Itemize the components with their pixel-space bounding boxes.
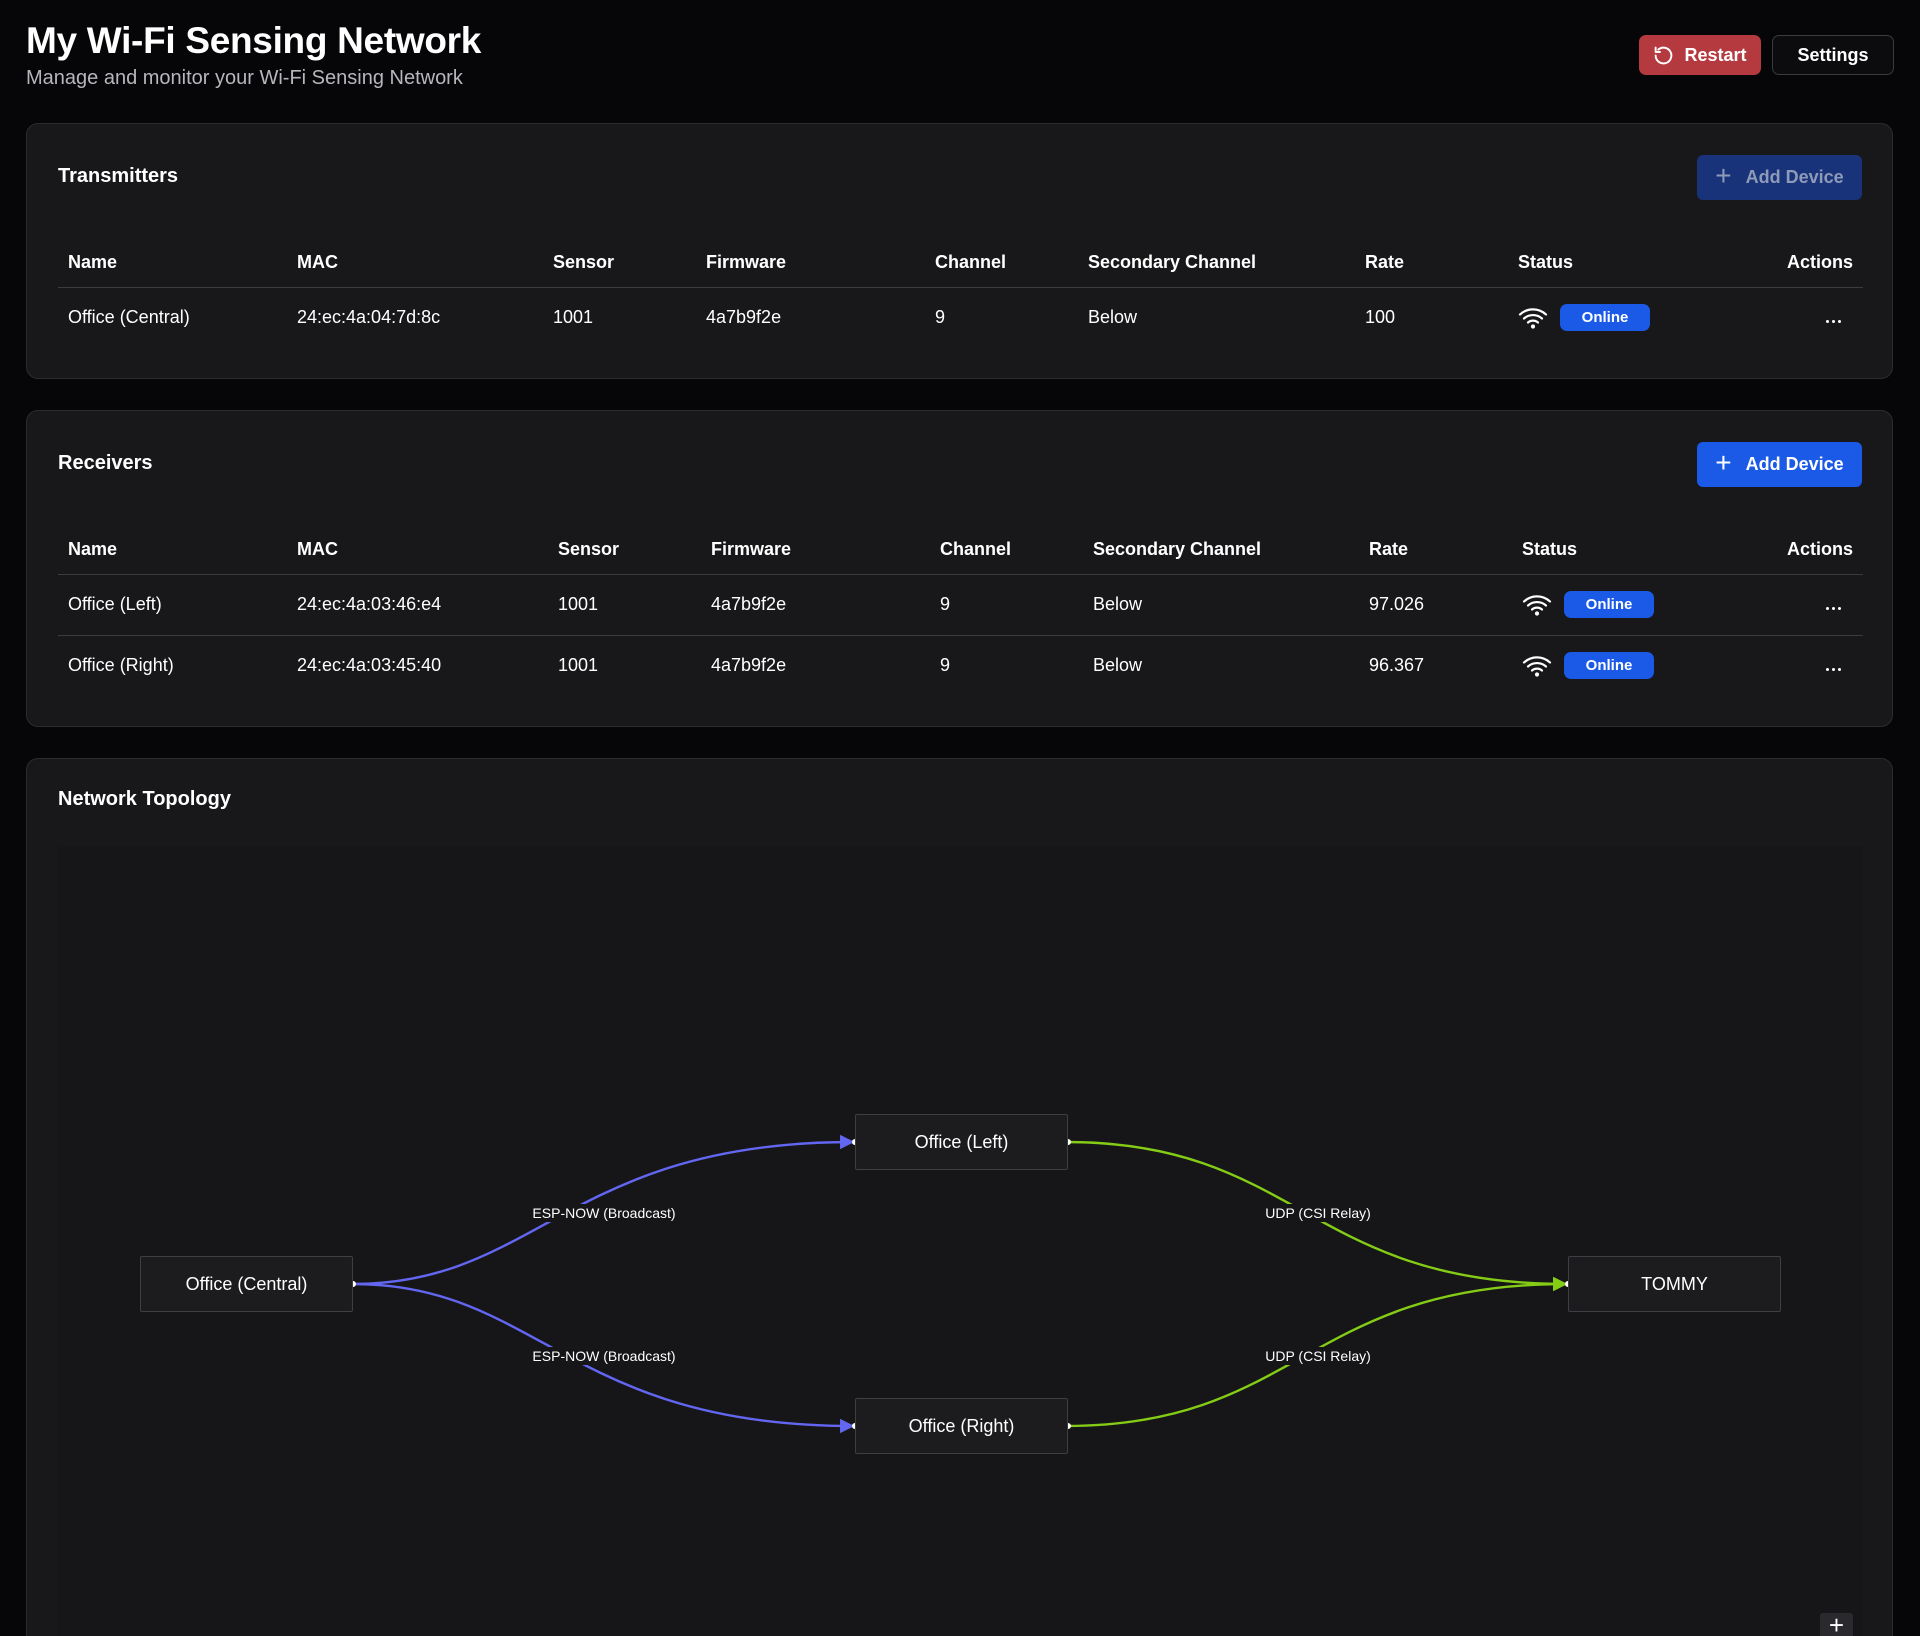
edge-label: UDP (CSI Relay) bbox=[1262, 1347, 1374, 1365]
edge-label: ESP-NOW (Broadcast) bbox=[529, 1347, 679, 1365]
device-firmware: 4a7b9f2e bbox=[706, 307, 782, 328]
node-tommy[interactable]: TOMMY bbox=[1568, 1256, 1781, 1312]
edge-label: ESP-NOW (Broadcast) bbox=[529, 1204, 679, 1222]
device-sensor: 1001 bbox=[558, 594, 599, 614]
receivers-card: Receivers + Add Device Name MAC Sensor F… bbox=[26, 410, 1893, 727]
column-header[interactable]: Rate bbox=[1355, 239, 1508, 288]
device-channel: 9 bbox=[930, 634, 1083, 696]
device-name: Office (Right) bbox=[58, 634, 287, 696]
table-row[interactable]: Office (Right) 24:ec:4a:03:45:40 1001 4a… bbox=[58, 634, 1863, 696]
restart-label: Restart bbox=[1684, 44, 1747, 65]
topology-title: Network Topology bbox=[58, 788, 231, 810]
table-header-row: Name MAC Sensor Firmware Channel Seconda… bbox=[58, 526, 1863, 575]
plus-icon: + bbox=[1715, 160, 1732, 191]
device-name: Office (Left) bbox=[68, 594, 162, 614]
column-header[interactable]: Name bbox=[58, 239, 287, 288]
device-firmware: 4a7b9f2e bbox=[711, 594, 787, 614]
column-header[interactable]: Rate bbox=[1359, 526, 1512, 575]
column-header[interactable]: Name bbox=[58, 526, 287, 575]
restart-icon bbox=[1655, 46, 1673, 64]
device-channel: 9 bbox=[935, 307, 946, 328]
page-subtitle: Manage and monitor your Wi-Fi Sensing Ne… bbox=[26, 67, 463, 89]
device-firmware: 4a7b9f2e bbox=[701, 634, 930, 696]
edge-label: UDP (CSI Relay) bbox=[1262, 1204, 1374, 1222]
add-transmitter-button[interactable]: + Add Device bbox=[1697, 155, 1862, 200]
node-office-central[interactable]: Office (Central) bbox=[140, 1256, 353, 1312]
device-mac: 24:ec:4a:03:45:40 bbox=[287, 634, 548, 696]
plus-icon: + bbox=[1715, 447, 1732, 478]
table-header-row: Name MAC Sensor Firmware Channel Seconda… bbox=[58, 239, 1863, 288]
device-rate: 97.026 bbox=[1369, 594, 1425, 614]
column-header[interactable]: Firmware bbox=[701, 526, 930, 575]
add-receiver-label: Add Device bbox=[1745, 454, 1844, 474]
column-header[interactable]: MAC bbox=[287, 239, 543, 288]
device-status: Online bbox=[1512, 574, 1712, 635]
wifi-icon bbox=[1522, 594, 1552, 616]
column-header[interactable]: Secondary Channel bbox=[1083, 526, 1359, 575]
status-badge: Online bbox=[1564, 591, 1654, 618]
wifi-icon bbox=[1518, 308, 1548, 329]
page-header: My Wi-Fi Sensing Network Manage and moni… bbox=[26, 18, 1894, 98]
column-header: Actions bbox=[1712, 526, 1863, 575]
status-badge: Online bbox=[1564, 652, 1654, 680]
device-name: Office (Central) bbox=[68, 307, 190, 328]
more-icon[interactable] bbox=[1826, 607, 1841, 610]
row-actions[interactable] bbox=[1708, 287, 1863, 348]
row-actions[interactable] bbox=[1712, 574, 1863, 635]
device-rate: 100 bbox=[1365, 307, 1396, 328]
device-rate: 96.367 bbox=[1359, 634, 1512, 696]
topology-edges bbox=[350, 1134, 1571, 1434]
restart-button[interactable]: Restart bbox=[1639, 35, 1761, 75]
device-status: Online bbox=[1512, 634, 1712, 696]
column-header: Actions bbox=[1708, 239, 1863, 288]
device-mac: 24:ec:4a:04:7d:8c bbox=[297, 307, 441, 328]
wifi-icon bbox=[1522, 656, 1552, 677]
node-office-right[interactable]: Office (Right) bbox=[855, 1398, 1068, 1454]
page-title: My Wi-Fi Sensing Network bbox=[26, 20, 482, 61]
device-mac: 24:ec:4a:03:46:e4 bbox=[297, 594, 442, 614]
node-office-left[interactable]: Office (Left) bbox=[855, 1114, 1068, 1170]
device-sensor: 1001 bbox=[553, 307, 594, 328]
device-sensor: 1001 bbox=[548, 634, 701, 696]
more-icon[interactable] bbox=[1826, 668, 1841, 672]
add-transmitter-label: Add Device bbox=[1745, 167, 1844, 187]
device-status: Online bbox=[1508, 287, 1708, 348]
topology-card: Network Topology Office (Central) Office… bbox=[26, 758, 1893, 1636]
receivers-title: Receivers bbox=[58, 452, 153, 474]
column-header[interactable]: Status bbox=[1512, 526, 1712, 575]
transmitters-table: Name MAC Sensor Firmware Channel Seconda… bbox=[58, 239, 1863, 348]
device-secondary-channel: Below bbox=[1083, 634, 1359, 696]
transmitters-title: Transmitters bbox=[58, 165, 179, 187]
column-header[interactable]: Secondary Channel bbox=[1078, 239, 1355, 288]
table-row[interactable]: Office (Central) 24:ec:4a:04:7d:8c 1001 … bbox=[58, 287, 1863, 348]
status-badge: Online bbox=[1560, 304, 1650, 332]
more-icon[interactable] bbox=[1826, 320, 1841, 324]
receivers-table: Name MAC Sensor Firmware Channel Seconda… bbox=[58, 526, 1863, 696]
header-actions: Restart Settings bbox=[1639, 35, 1894, 75]
row-actions[interactable] bbox=[1712, 634, 1863, 696]
device-channel: 9 bbox=[940, 594, 951, 614]
transmitters-card: Transmitters + Add Device Name MAC Senso… bbox=[26, 123, 1893, 379]
column-header[interactable]: Firmware bbox=[696, 239, 925, 288]
device-secondary-channel: Below bbox=[1088, 307, 1138, 328]
column-header[interactable]: Sensor bbox=[548, 526, 701, 575]
device-secondary-channel: Below bbox=[1093, 594, 1143, 614]
add-receiver-button[interactable]: + Add Device bbox=[1697, 442, 1862, 487]
column-header[interactable]: Status bbox=[1508, 239, 1708, 288]
column-header[interactable]: Channel bbox=[930, 526, 1083, 575]
table-row[interactable]: Office (Left) 24:ec:4a:03:46:e4 1001 4a7… bbox=[58, 574, 1863, 635]
column-header[interactable]: Sensor bbox=[543, 239, 696, 288]
column-header[interactable]: Channel bbox=[925, 239, 1078, 288]
column-header[interactable]: MAC bbox=[287, 526, 548, 575]
settings-button[interactable]: Settings bbox=[1772, 35, 1894, 75]
page: My Wi-Fi Sensing Network Manage and moni… bbox=[0, 0, 1920, 1636]
zoom-in-button[interactable]: + bbox=[1820, 1610, 1853, 1636]
topology-canvas[interactable]: Office (Central) Office (Left) Office (R… bbox=[58, 846, 1863, 1636]
